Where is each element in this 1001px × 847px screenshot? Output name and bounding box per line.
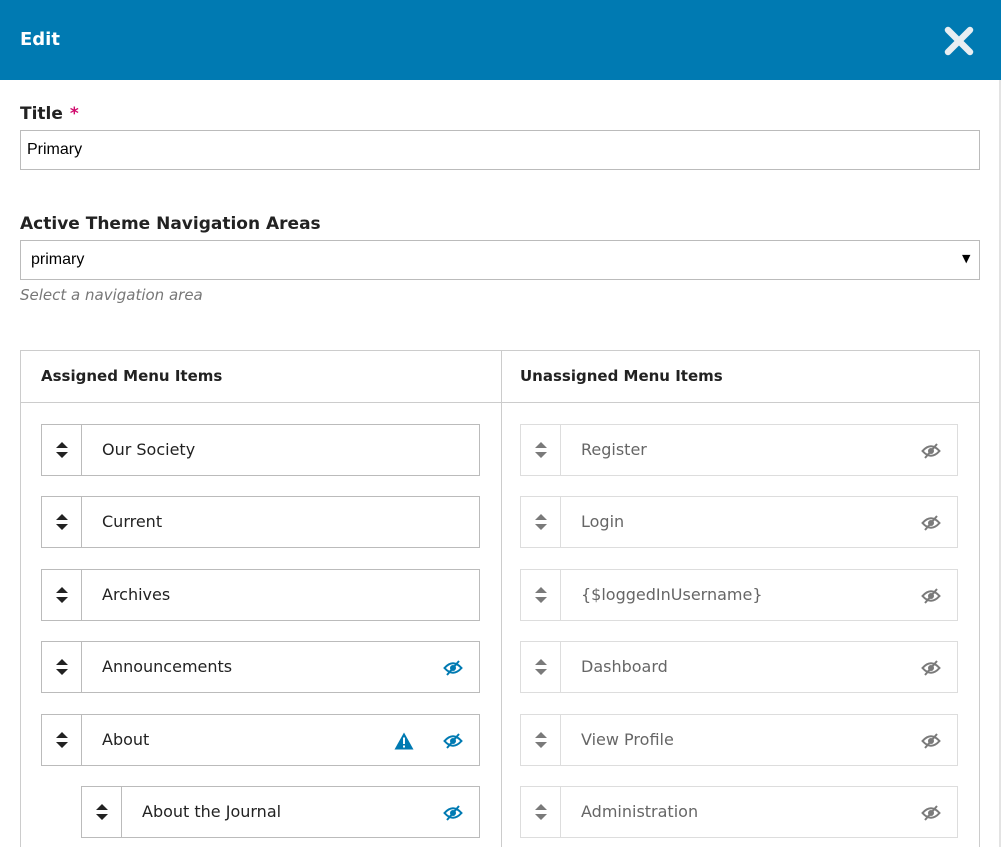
assigned-item-label: Current [102, 512, 163, 531]
eye-slash-icon [921, 733, 941, 749]
title-input[interactable]: Primary [20, 130, 980, 170]
sort-icon [56, 732, 68, 748]
areas-help-text: Select a navigation area [20, 286, 203, 304]
assigned-item-label: Announcements [102, 657, 233, 676]
assigned-item[interactable]: About [41, 714, 480, 766]
sort-icon [96, 804, 108, 820]
required-marker: * [69, 104, 79, 124]
sort-icon [535, 804, 547, 820]
areas-select-value: primary [31, 251, 85, 268]
unassigned-item[interactable]: Administration [520, 786, 958, 838]
drag-handle[interactable] [82, 787, 122, 837]
assigned-item-label: About the Journal [142, 802, 282, 821]
sort-icon [56, 514, 68, 530]
sort-icon [535, 732, 547, 748]
close-button[interactable] [940, 22, 978, 60]
eye-slash-icon [921, 515, 941, 531]
drag-handle[interactable] [42, 425, 82, 475]
unassigned-item-label: Dashboard [581, 657, 668, 676]
unassigned-item[interactable]: Register [520, 424, 958, 476]
assigned-title: Assigned Menu Items [41, 367, 223, 385]
unassigned-item-label: View Profile [581, 730, 674, 749]
eye-slash-icon [443, 660, 463, 676]
assigned-item[interactable]: Our Society [41, 424, 480, 476]
assigned-item-label: Archives [102, 585, 171, 604]
drag-handle[interactable] [521, 787, 561, 837]
title-label-text: Title [20, 104, 63, 124]
assigned-item-label: Our Society [102, 440, 196, 459]
sort-icon [535, 442, 547, 458]
assigned-item[interactable]: Announcements [41, 641, 480, 693]
drag-handle[interactable] [521, 425, 561, 475]
title-label: Title * [20, 104, 79, 124]
unassigned-item-label: {$loggedInUsername} [581, 585, 763, 604]
drag-handle[interactable] [42, 642, 82, 692]
modal-header: Edit [0, 0, 1001, 80]
assigned-item[interactable]: Archives [41, 569, 480, 621]
caret-down-icon: ▼ [962, 252, 971, 265]
sort-icon [56, 587, 68, 603]
drag-handle[interactable] [521, 642, 561, 692]
eye-slash-icon [921, 443, 941, 459]
eye-slash-icon [921, 660, 941, 676]
areas-select[interactable]: primary ▼ [20, 240, 980, 280]
unassigned-item[interactable]: {$loggedInUsername} [520, 569, 958, 621]
eye-slash-icon [921, 588, 941, 604]
drag-handle[interactable] [42, 570, 82, 620]
drag-handle[interactable] [521, 570, 561, 620]
unassigned-item[interactable]: Login [520, 496, 958, 548]
column-divider [501, 351, 502, 847]
sort-icon [535, 659, 547, 675]
assigned-item-label: About [102, 730, 150, 749]
drag-handle[interactable] [521, 715, 561, 765]
unassigned-title: Unassigned Menu Items [520, 367, 723, 385]
assigned-subitem[interactable]: About the Journal [81, 786, 480, 838]
eye-slash-icon [443, 733, 463, 749]
drag-handle[interactable] [42, 715, 82, 765]
areas-label: Active Theme Navigation Areas [20, 214, 321, 234]
close-icon [944, 26, 974, 56]
sort-icon [56, 659, 68, 675]
menu-items-panel: Assigned Menu Items Unassigned Menu Item… [20, 350, 980, 847]
sort-icon [56, 442, 68, 458]
unassigned-item-label: Register [581, 440, 647, 459]
sort-icon [535, 514, 547, 530]
unassigned-item[interactable]: View Profile [520, 714, 958, 766]
assigned-item[interactable]: Current [41, 496, 480, 548]
eye-slash-icon [443, 805, 463, 821]
unassigned-item[interactable]: Dashboard [520, 641, 958, 693]
modal-title: Edit [20, 29, 60, 50]
unassigned-item-label: Login [581, 512, 625, 531]
header-divider [21, 402, 979, 403]
sort-icon [535, 587, 547, 603]
unassigned-item-label: Administration [581, 802, 699, 821]
eye-slash-icon [921, 805, 941, 821]
drag-handle[interactable] [521, 497, 561, 547]
drag-handle[interactable] [42, 497, 82, 547]
warning-icon [394, 732, 414, 750]
